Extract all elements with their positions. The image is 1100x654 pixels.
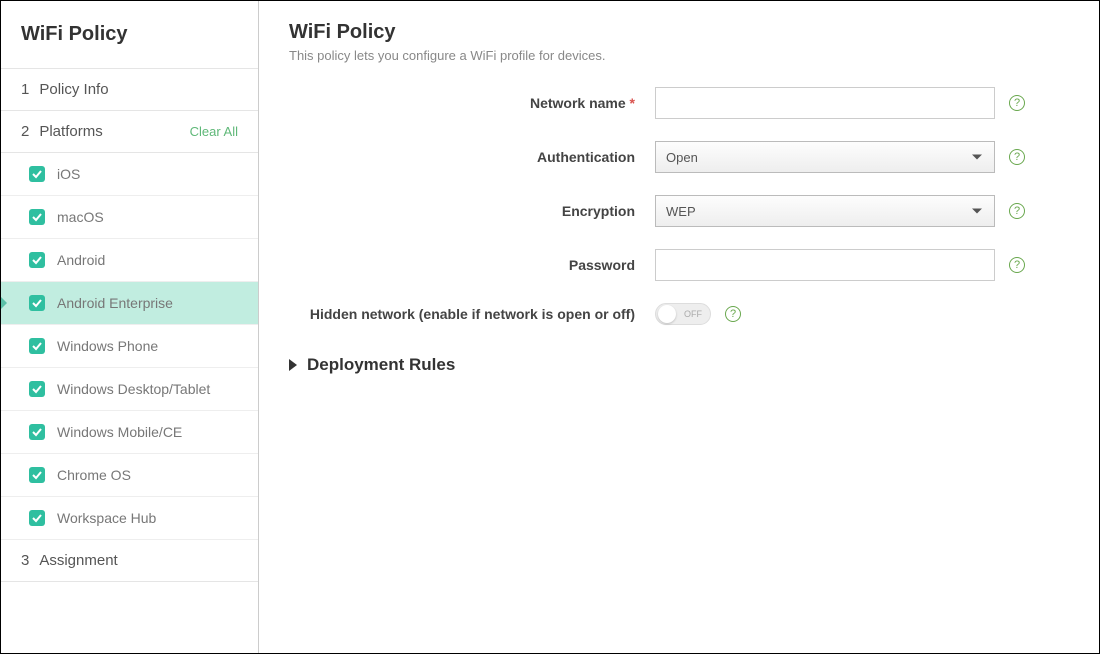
- sidebar-item-label: Android: [57, 252, 105, 268]
- sidebar-item-label: iOS: [57, 166, 80, 182]
- main-panel: WiFi Policy This policy lets you configu…: [259, 1, 1099, 653]
- step-number: 1: [21, 81, 29, 98]
- select-value: Open: [666, 150, 698, 165]
- sidebar-item-label: Windows Phone: [57, 338, 158, 354]
- label-encryption: Encryption: [289, 203, 655, 219]
- control-wrap: ?: [655, 87, 1025, 119]
- checkbox-icon[interactable]: [29, 252, 45, 268]
- toggle-state: OFF: [684, 309, 702, 319]
- checkbox-icon[interactable]: [29, 338, 45, 354]
- checkbox-icon[interactable]: [29, 295, 45, 311]
- sidebar-item-label: macOS: [57, 209, 104, 225]
- sidebar-header: WiFi Policy: [1, 1, 258, 69]
- sidebar-item-label: Workspace Hub: [57, 510, 156, 526]
- row-network-name: Network name * ?: [289, 87, 1069, 119]
- sidebar-item-android-enterprise[interactable]: Android Enterprise: [1, 282, 258, 325]
- step-label: Platforms: [39, 123, 102, 140]
- label-authentication: Authentication: [289, 149, 655, 165]
- sidebar-item-label: Chrome OS: [57, 467, 131, 483]
- sidebar: WiFi Policy 1 Policy Info 2 Platforms Cl…: [1, 1, 259, 653]
- sidebar-item-windows-desktop[interactable]: Windows Desktop/Tablet: [1, 368, 258, 411]
- page-title: WiFi Policy: [289, 21, 1069, 44]
- encryption-select[interactable]: WEP: [655, 195, 995, 227]
- platform-list: iOS macOS Android Android Enterprise Win: [1, 153, 258, 540]
- control-wrap: ?: [655, 249, 1025, 281]
- checkbox-icon[interactable]: [29, 381, 45, 397]
- sidebar-item-windows-mobile[interactable]: Windows Mobile/CE: [1, 411, 258, 454]
- chevron-right-icon: [289, 359, 297, 371]
- sidebar-title: WiFi Policy: [21, 23, 238, 46]
- control-wrap: Open ?: [655, 141, 1025, 173]
- sidebar-item-chrome-os[interactable]: Chrome OS: [1, 454, 258, 497]
- step-label: Assignment: [39, 552, 117, 569]
- help-icon[interactable]: ?: [1009, 149, 1025, 165]
- nav-step-platforms[interactable]: 2 Platforms Clear All: [1, 111, 258, 153]
- help-icon[interactable]: ?: [725, 306, 741, 322]
- label-password: Password: [289, 257, 655, 273]
- control-wrap: WEP ?: [655, 195, 1025, 227]
- checkbox-icon[interactable]: [29, 510, 45, 526]
- sidebar-item-label: Windows Mobile/CE: [57, 424, 182, 440]
- checkbox-icon[interactable]: [29, 209, 45, 225]
- password-input[interactable]: [655, 249, 995, 281]
- nav-step-policy-info[interactable]: 1 Policy Info: [1, 69, 258, 111]
- step-number: 2: [21, 123, 29, 140]
- label-hidden-network: Hidden network (enable if network is ope…: [289, 306, 655, 322]
- sidebar-scroll[interactable]: 1 Policy Info 2 Platforms Clear All iOS …: [1, 69, 258, 653]
- row-hidden-network: Hidden network (enable if network is ope…: [289, 303, 1069, 325]
- row-encryption: Encryption WEP ?: [289, 195, 1069, 227]
- label-network-name: Network name *: [289, 95, 655, 111]
- row-password: Password ?: [289, 249, 1069, 281]
- checkbox-icon[interactable]: [29, 424, 45, 440]
- app-container: WiFi Policy 1 Policy Info 2 Platforms Cl…: [0, 0, 1100, 654]
- clear-all-link[interactable]: Clear All: [190, 124, 238, 139]
- page-subtitle: This policy lets you configure a WiFi pr…: [289, 48, 1069, 63]
- row-authentication: Authentication Open ?: [289, 141, 1069, 173]
- sidebar-item-macos[interactable]: macOS: [1, 196, 258, 239]
- checkbox-icon[interactable]: [29, 467, 45, 483]
- help-icon[interactable]: ?: [1009, 95, 1025, 111]
- sidebar-item-label: Windows Desktop/Tablet: [57, 381, 210, 397]
- sidebar-item-windows-phone[interactable]: Windows Phone: [1, 325, 258, 368]
- help-icon[interactable]: ?: [1009, 257, 1025, 273]
- control-wrap: OFF ?: [655, 303, 741, 325]
- step-number: 3: [21, 552, 29, 569]
- nav-step-assignment[interactable]: 3 Assignment: [1, 540, 258, 582]
- network-name-input[interactable]: [655, 87, 995, 119]
- checkbox-icon[interactable]: [29, 166, 45, 182]
- deployment-rules-title: Deployment Rules: [307, 355, 455, 375]
- authentication-select[interactable]: Open: [655, 141, 995, 173]
- select-value: WEP: [666, 204, 696, 219]
- sidebar-item-ios[interactable]: iOS: [1, 153, 258, 196]
- help-icon[interactable]: ?: [1009, 203, 1025, 219]
- sidebar-item-android[interactable]: Android: [1, 239, 258, 282]
- step-label: Policy Info: [39, 81, 108, 98]
- sidebar-item-label: Android Enterprise: [57, 295, 173, 311]
- sidebar-item-workspace-hub[interactable]: Workspace Hub: [1, 497, 258, 540]
- hidden-network-toggle[interactable]: OFF: [655, 303, 711, 325]
- deployment-rules-toggle[interactable]: Deployment Rules: [289, 355, 1069, 375]
